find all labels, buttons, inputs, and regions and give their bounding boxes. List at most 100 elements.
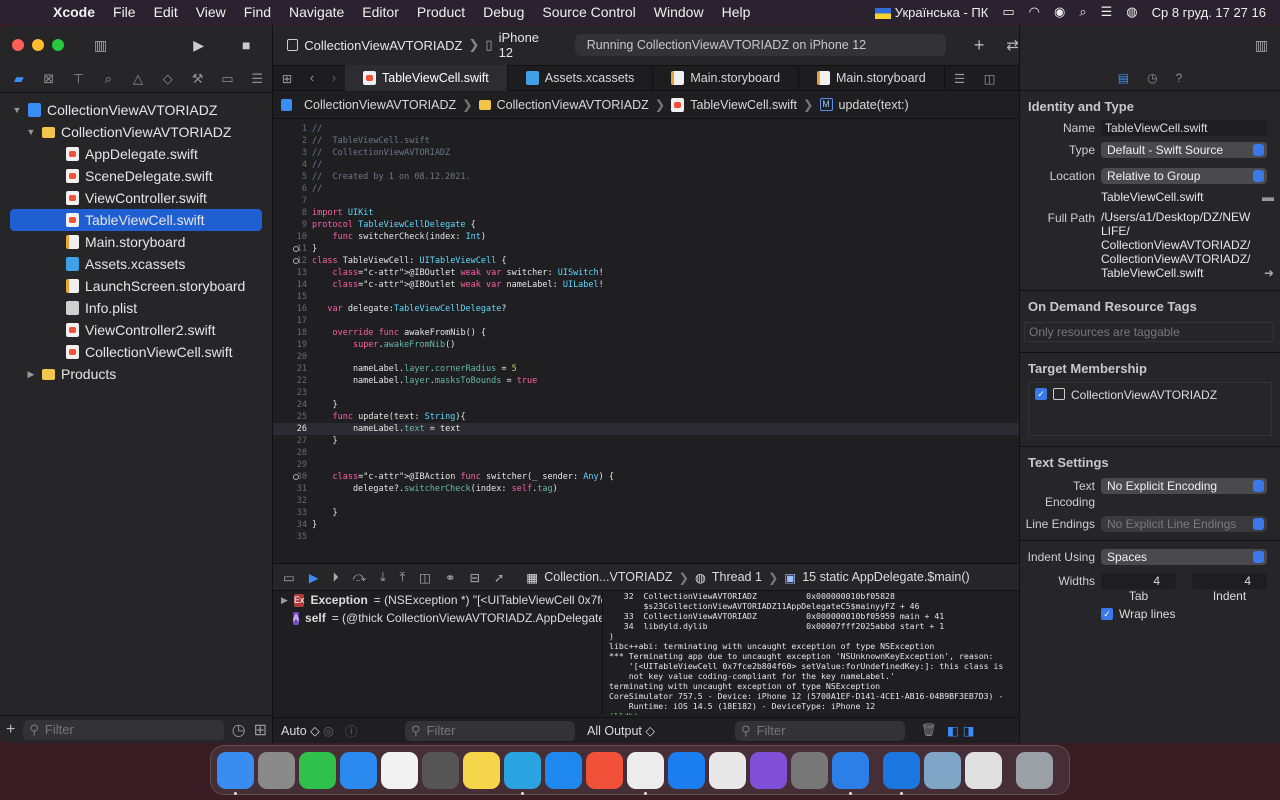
folder-navigator-icon[interactable]: ▰ — [4, 71, 34, 87]
disclosure-closed-icon[interactable]: ▶ — [281, 595, 288, 606]
console-filter-input[interactable]: ⚲ Filter — [735, 720, 905, 741]
line-number[interactable]: 6 — [273, 183, 307, 195]
folder-icon[interactable]: ▬ — [1262, 190, 1274, 204]
menu-help[interactable]: Help — [713, 4, 760, 20]
menu-file[interactable]: File — [104, 4, 145, 20]
menu-view[interactable]: View — [187, 4, 235, 20]
line-number[interactable]: 28 — [273, 447, 307, 459]
line-number[interactable]: 5 — [273, 171, 307, 183]
calculator-icon[interactable] — [422, 751, 459, 789]
line-number[interactable]: 20 — [273, 351, 307, 363]
scheme-selector[interactable]: CollectionViewAVTORIADZ ❯ ▯ iPhone 12 — [287, 30, 553, 60]
menu-source-control[interactable]: Source Control — [533, 4, 644, 20]
line-number[interactable]: 11 — [273, 243, 307, 255]
hide-debug-area-icon[interactable]: ▭ — [283, 570, 295, 585]
line-number[interactable]: 22 — [273, 375, 307, 387]
editor-options-icon[interactable]: ☰ — [945, 71, 975, 86]
tab-main-storyboard-2[interactable]: Main.storyboard — [799, 65, 945, 91]
line-number[interactable]: 7 — [273, 195, 307, 207]
simulate-location-icon[interactable]: ➚ — [494, 570, 504, 585]
app-store-icon[interactable] — [668, 751, 705, 789]
odr-tags-field[interactable]: Only resources are taggable — [1024, 322, 1274, 342]
code-line[interactable]: class TableViewCell: UITableViewCell { — [312, 255, 507, 267]
environment-overrides-icon[interactable]: ⊟ — [469, 570, 479, 585]
keyboard-layout[interactable]: Українська - ПК — [874, 5, 988, 20]
library-add-icon[interactable]: + — [974, 35, 985, 56]
step-over-icon[interactable]: ⤼ — [353, 570, 366, 585]
step-out-icon[interactable]: ⤒ — [400, 570, 406, 585]
siri-icon[interactable]: ◍ — [1126, 4, 1137, 20]
line-endings-popup[interactable]: No Explicit Line Endings — [1101, 516, 1267, 532]
line-number[interactable]: 29 — [273, 459, 307, 471]
file-inspector-icon[interactable]: ▤ — [1118, 71, 1129, 85]
line-number[interactable]: 35 — [273, 531, 307, 543]
source-control-navigator-icon[interactable]: ⊠ — [34, 71, 64, 87]
line-number[interactable]: 27 — [273, 435, 307, 447]
tab-tableviewcell[interactable]: TableViewCell.swift — [345, 65, 508, 91]
tab-assets[interactable]: Assets.xcassets — [508, 65, 654, 91]
console-output-select[interactable]: All Output ◇ — [575, 723, 735, 738]
line-number[interactable]: 9 — [273, 219, 307, 231]
line-number[interactable]: 24 — [273, 399, 307, 411]
line-number[interactable]: 23 — [273, 387, 307, 399]
code-line[interactable]: } — [312, 507, 337, 519]
help-inspector-icon[interactable]: ? — [1176, 71, 1183, 85]
close-window-button[interactable] — [12, 39, 24, 51]
encoding-popup[interactable]: No Explicit Encoding — [1101, 478, 1267, 494]
test-navigator-icon[interactable]: ◇ — [153, 71, 183, 87]
target-checkbox[interactable]: ✓ — [1035, 388, 1047, 400]
code-line[interactable]: // — [312, 123, 322, 135]
code-line[interactable]: // TableViewCell.swift — [312, 135, 430, 147]
disclosure-closed-icon[interactable]: ▶ — [24, 369, 38, 380]
tab-width-field[interactable]: 4 — [1101, 573, 1176, 589]
code-review-icon[interactable]: ⇄ — [1006, 36, 1019, 54]
indent-width-field[interactable]: 4 — [1192, 573, 1267, 589]
process-name[interactable]: Collection...VTORIADZ — [544, 570, 672, 584]
file-row[interactable]: Main.storyboard — [0, 231, 272, 253]
file-row[interactable]: LaunchScreen.storyboard — [0, 275, 272, 297]
minimize-window-button[interactable] — [32, 39, 44, 51]
facetime-icon[interactable] — [299, 751, 336, 789]
stop-button-icon[interactable]: ■ — [242, 37, 250, 53]
grid-icon[interactable]: ⊞ — [273, 71, 301, 86]
type-popup[interactable]: Default - Swift Source — [1101, 142, 1267, 158]
zoom-window-button[interactable] — [52, 39, 64, 51]
run-button-icon[interactable]: ▶ — [193, 37, 204, 54]
line-number[interactable]: 32 — [273, 495, 307, 507]
line-number[interactable]: 10 — [273, 231, 307, 243]
variable-row[interactable]: Aself = (@thick CollectionViewAVTORIADZ.A… — [273, 609, 602, 627]
menu-debug[interactable]: Debug — [474, 4, 533, 20]
instruments-icon[interactable] — [832, 751, 869, 795]
symbol-navigator-icon[interactable]: ⊤ — [64, 71, 94, 87]
trash-icon[interactable]: 🗑 — [921, 723, 937, 738]
code-line[interactable]: import UIKit — [312, 207, 373, 219]
line-number[interactable]: 15 — [273, 291, 307, 303]
report-navigator-icon[interactable]: ☰ — [242, 71, 272, 87]
file-row[interactable]: CollectionViewCell.swift — [0, 341, 272, 363]
quick-look-icon[interactable]: ◎ — [323, 723, 345, 738]
recent-files-icon[interactable]: ◷ — [232, 720, 246, 740]
code-line[interactable]: delegate?.switcherCheck(index: self.tag) — [312, 483, 558, 495]
system-preferences-icon[interactable] — [791, 751, 828, 789]
file-row[interactable]: TableViewCell.swift — [10, 209, 262, 231]
file-row[interactable]: AppDelegate.swift — [0, 143, 272, 165]
trash-icon[interactable] — [1016, 751, 1053, 789]
debug-navigator-icon[interactable]: ⚒ — [183, 71, 213, 87]
line-number[interactable]: 13 — [273, 267, 307, 279]
stack-frame[interactable]: 15 static AppDelegate.$main() — [802, 570, 969, 584]
code-line[interactable]: nameLabel.text = text — [312, 423, 461, 435]
code-line[interactable]: } — [312, 399, 337, 411]
forward-icon[interactable]: › — [323, 71, 345, 85]
info-icon[interactable]: ⓘ — [345, 721, 405, 740]
jump-group[interactable]: CollectionViewAVTORIADZ — [497, 98, 649, 112]
reveal-arrow-icon[interactable]: ➜ — [1264, 266, 1274, 280]
code-line[interactable]: // — [312, 183, 322, 195]
file-row[interactable]: Info.plist — [0, 297, 272, 319]
tab-main-storyboard[interactable]: Main.storyboard — [653, 65, 800, 91]
inspector-toggle-icon[interactable]: ▥ — [1255, 37, 1268, 54]
variable-row[interactable]: ▶ Ex Exception = (NSException *) "[<UITable… — [273, 591, 602, 609]
file-row[interactable]: Assets.xcassets — [0, 253, 272, 275]
show-console-icon[interactable]: ◨ — [963, 723, 975, 738]
line-number[interactable]: 3 — [273, 147, 307, 159]
view-hierarchy-icon[interactable]: ◫ — [419, 570, 431, 585]
